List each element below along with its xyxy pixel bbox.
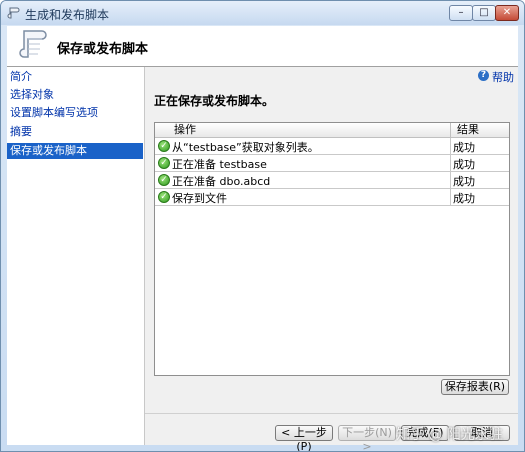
sidebar-item-intro[interactable]: 简介 [7,69,143,85]
sidebar-item-save-or-publish[interactable]: 保存或发布脚本 [7,143,143,159]
cell-divider [450,189,451,205]
row-operation: 保存到文件 [172,192,227,205]
sidebar-item-select-objects[interactable]: 选择对象 [7,87,143,103]
footer-divider [145,413,518,414]
previous-button[interactable]: < 上一步(P) [275,425,333,451]
sidebar-item-scripting-options[interactable]: 设置脚本编写选项 [7,105,143,121]
watermark: 知乎 @ 阳光永驻 [396,427,503,443]
row-result: 成功 [453,158,475,171]
table-row[interactable]: ✓ 从“testbase”获取对象列表。 成功 [155,138,509,155]
check-circle-icon: ✓ [158,174,170,186]
row-operation: 从“testbase”获取对象列表。 [172,141,319,154]
cell-divider [450,172,451,188]
check-circle-icon: ✓ [158,191,170,203]
script-scroll-icon [7,7,20,19]
minimize-button[interactable]: – [449,5,473,21]
table-row[interactable]: ✓ 保存到文件 成功 [155,189,509,206]
section-title: 正在保存或发布脚本。 [154,94,275,108]
page-title: 保存或发布脚本 [57,42,149,57]
dialog-window: 生成和发布脚本 – □ ✕ 保存或发布脚本 简介 选择对象 设置脚本编写选项 摘… [0,0,525,452]
column-divider[interactable] [450,123,451,137]
script-scroll-icon [19,30,47,58]
sidebar-item-summary[interactable]: 摘要 [7,124,143,140]
check-circle-icon: ✓ [158,157,170,169]
grid-header: 操作 结果 [155,123,509,138]
column-header-operation[interactable]: 操作 [174,123,196,137]
client-area: 简介 选择对象 设置脚本编写选项 摘要 保存或发布脚本 ? 帮助 正在保存或发布… [7,67,518,451]
title-bar[interactable]: 生成和发布脚本 – □ ✕ [1,1,524,25]
help-link[interactable]: 帮助 [492,69,514,85]
help-icon[interactable]: ? [478,70,489,81]
window-title: 生成和发布脚本 [25,8,110,22]
row-result: 成功 [453,192,475,205]
next-button[interactable]: 下一步(N) > [338,425,396,451]
wizard-steps-sidebar: 简介 选择对象 设置脚本编写选项 摘要 保存或发布脚本 [7,67,145,445]
row-result: 成功 [453,141,475,154]
close-button[interactable]: ✕ [495,5,519,21]
main-content: ? 帮助 正在保存或发布脚本。 操作 结果 ✓ 从“testbase”获取对象列… [145,67,518,451]
save-report-button[interactable]: 保存报表(R) [441,379,509,395]
wizard-header: 保存或发布脚本 [7,26,518,67]
cell-divider [450,155,451,171]
table-row[interactable]: ✓ 正在准备 testbase 成功 [155,155,509,172]
results-grid: 操作 结果 ✓ 从“testbase”获取对象列表。 成功 ✓ 正在准备 tes… [154,122,510,376]
row-operation: 正在准备 dbo.abcd [172,175,271,188]
table-row[interactable]: ✓ 正在准备 dbo.abcd 成功 [155,172,509,189]
check-circle-icon: ✓ [158,140,170,152]
row-result: 成功 [453,175,475,188]
maximize-button[interactable]: □ [472,5,496,21]
column-header-result[interactable]: 结果 [457,123,479,137]
row-operation: 正在准备 testbase [172,158,267,171]
cell-divider [450,138,451,154]
